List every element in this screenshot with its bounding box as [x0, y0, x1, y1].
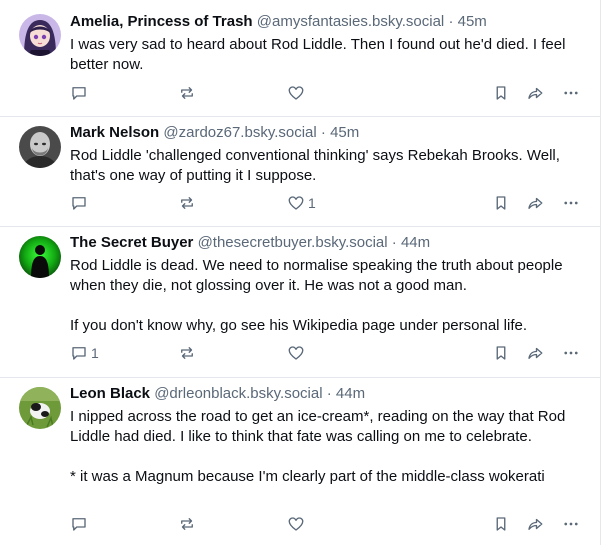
separator: · — [326, 385, 332, 402]
heart-icon — [288, 86, 304, 100]
separator: · — [391, 234, 397, 251]
reply-button[interactable]: 1 — [70, 343, 99, 363]
share-icon — [528, 87, 543, 99]
bookmark-icon — [496, 86, 506, 100]
author-name[interactable]: Mark Nelson — [70, 124, 159, 141]
post[interactable]: Amelia, Princess of Trash @amysfantasies… — [0, 0, 600, 117]
post-actions: 1 — [70, 193, 590, 213]
author-handle[interactable]: @zardoz67.bsky.social — [163, 124, 316, 141]
post[interactable]: Mark Nelson @zardoz67.bsky.social · 45m … — [0, 117, 600, 227]
more-options-icon — [564, 201, 578, 205]
repost-icon — [181, 518, 193, 530]
post-actions: 1 — [70, 343, 590, 363]
post-header: The Secret Buyer @thesecretbuyer.bsky.so… — [70, 233, 430, 253]
avatar[interactable] — [19, 236, 61, 278]
like-button[interactable] — [287, 83, 308, 103]
post-text: I nipped across the road to get an ice-c… — [70, 407, 590, 487]
more-options-button[interactable] — [562, 514, 580, 534]
share-icon — [528, 347, 543, 359]
post[interactable]: The Secret Buyer @thesecretbuyer.bsky.so… — [0, 227, 600, 378]
separator: · — [448, 13, 454, 30]
reply-icon — [72, 347, 86, 360]
share-button[interactable] — [526, 514, 544, 534]
avatar[interactable] — [19, 14, 61, 56]
bookmark-button[interactable] — [492, 514, 510, 534]
like-button[interactable] — [287, 343, 308, 363]
author-handle[interactable]: @thesecretbuyer.bsky.social — [198, 234, 388, 251]
share-button[interactable] — [526, 343, 544, 363]
more-options-button[interactable] — [562, 193, 580, 213]
post[interactable]: Leon Black @drleonblack.bsky.social · 44… — [0, 378, 600, 545]
like-button[interactable] — [287, 514, 308, 534]
heart-icon — [288, 196, 304, 210]
like-count: 1 — [308, 195, 316, 211]
post-paragraph: Rod Liddle is dead. We need to normalise… — [70, 257, 563, 294]
heart-icon — [288, 517, 304, 531]
timestamp[interactable]: 44m — [401, 234, 430, 251]
avatar[interactable] — [19, 126, 61, 168]
timestamp[interactable]: 45m — [458, 13, 487, 30]
bald-man-photo-avatar-icon — [19, 126, 61, 168]
anime-girl-avatar-icon — [19, 14, 61, 56]
repost-button[interactable] — [178, 83, 196, 103]
repost-button[interactable] — [178, 193, 196, 213]
reply-button[interactable] — [70, 514, 91, 534]
author-name[interactable]: Amelia, Princess of Trash — [70, 13, 253, 30]
post-paragraph: Rod Liddle 'challenged conventional thin… — [70, 147, 560, 184]
post-actions — [70, 83, 590, 103]
reply-button[interactable] — [70, 83, 91, 103]
post-header: Leon Black @drleonblack.bsky.social · 44… — [70, 384, 365, 404]
post-paragraph: * it was a Magnum because I'm clearly pa… — [70, 468, 545, 485]
reply-icon — [72, 87, 86, 100]
more-options-button[interactable] — [562, 83, 580, 103]
bookmark-icon — [496, 517, 506, 531]
bookmark-button[interactable] — [492, 343, 510, 363]
more-options-icon — [564, 522, 578, 526]
post-paragraph: If you don't know why, go see his Wikipe… — [70, 317, 528, 334]
bookmark-icon — [496, 196, 506, 210]
post-text: I was very sad to heard about Rod Liddle… — [70, 35, 590, 75]
post-text: Rod Liddle is dead. We need to normalise… — [70, 256, 590, 336]
repost-icon — [181, 347, 193, 359]
reply-icon — [72, 197, 86, 210]
author-handle[interactable]: @drleonblack.bsky.social — [154, 385, 322, 402]
dog-in-grass-avatar-icon — [19, 387, 61, 429]
share-button[interactable] — [526, 83, 544, 103]
avatar[interactable] — [19, 387, 61, 429]
post-paragraph: I was very sad to heard about Rod Liddle… — [70, 36, 566, 73]
share-icon — [528, 518, 543, 530]
feed: Amelia, Princess of Trash @amysfantasies… — [0, 0, 601, 545]
repost-icon — [181, 87, 193, 99]
reply-icon — [72, 518, 86, 531]
timestamp[interactable]: 45m — [330, 124, 359, 141]
repost-icon — [181, 197, 193, 209]
green-silhouette-avatar-icon — [19, 236, 61, 278]
more-options-button[interactable] — [562, 343, 580, 363]
reply-button[interactable] — [70, 193, 91, 213]
separator: · — [320, 124, 326, 141]
more-options-icon — [564, 91, 578, 95]
like-button[interactable]: 1 — [287, 193, 316, 213]
post-header: Mark Nelson @zardoz67.bsky.social · 45m — [70, 123, 359, 143]
author-handle[interactable]: @amysfantasies.bsky.social — [257, 13, 445, 30]
share-button[interactable] — [526, 193, 544, 213]
post-header: Amelia, Princess of Trash @amysfantasies… — [70, 12, 487, 32]
author-name[interactable]: Leon Black — [70, 385, 150, 402]
post-actions — [70, 514, 590, 534]
post-paragraph: I nipped across the road to get an ice-c… — [70, 408, 566, 445]
bookmark-button[interactable] — [492, 193, 510, 213]
post-text: Rod Liddle 'challenged conventional thin… — [70, 146, 590, 186]
more-options-icon — [564, 351, 578, 355]
author-name[interactable]: The Secret Buyer — [70, 234, 193, 251]
heart-icon — [288, 346, 304, 360]
share-icon — [528, 197, 543, 209]
bookmark-icon — [496, 346, 506, 360]
timestamp[interactable]: 44m — [336, 385, 365, 402]
repost-button[interactable] — [178, 514, 196, 534]
repost-button[interactable] — [178, 343, 196, 363]
reply-count: 1 — [91, 345, 99, 361]
bookmark-button[interactable] — [492, 83, 510, 103]
